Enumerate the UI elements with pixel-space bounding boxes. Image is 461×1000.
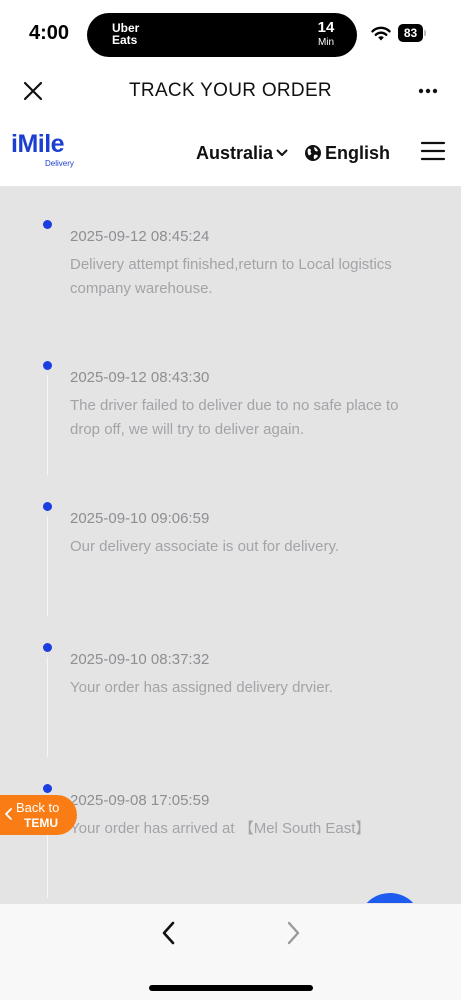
dynamic-island[interactable]: Uber Eats 14 Min bbox=[87, 13, 357, 57]
live-activity-app: Uber Eats bbox=[112, 21, 140, 47]
timeline-connector bbox=[47, 375, 48, 475]
event-time: 2025-09-10 08:37:32 bbox=[70, 651, 210, 668]
status-time: 4:00 bbox=[29, 22, 70, 44]
event-time: 2025-09-08 17:05:59 bbox=[70, 792, 210, 809]
chevron-down-icon bbox=[276, 149, 288, 156]
temu-label: TEMU bbox=[24, 816, 58, 830]
more-icon[interactable] bbox=[412, 76, 444, 106]
country-select[interactable]: Australia bbox=[196, 141, 288, 165]
wifi-icon bbox=[371, 26, 391, 41]
event-description: Your order has arrived at 【Mel South Eas… bbox=[70, 820, 371, 837]
back-to-label: Back to bbox=[16, 800, 60, 815]
battery-icon: 83 bbox=[398, 24, 426, 42]
country-label: Australia bbox=[196, 142, 274, 163]
globe-icon bbox=[305, 145, 321, 161]
timeline-dot bbox=[43, 784, 52, 793]
event-time: 2025-09-10 09:06:59 bbox=[70, 510, 210, 527]
back-to-temu-button[interactable]: Back to TEMU bbox=[0, 795, 77, 835]
live-activity-unit: Min bbox=[317, 37, 335, 48]
timeline-connector bbox=[47, 657, 48, 757]
nav-header: TRACK YOUR ORDER bbox=[0, 68, 461, 114]
forward-arrow-icon[interactable] bbox=[278, 918, 308, 948]
timeline-dot bbox=[43, 361, 52, 370]
hamburger-menu-icon[interactable] bbox=[420, 140, 446, 162]
live-activity-minutes: 14 bbox=[317, 19, 335, 36]
logo-subtitle: Delivery bbox=[45, 159, 74, 168]
event-description: Our delivery associate is out for delive… bbox=[70, 538, 339, 555]
event-time: 2025-09-12 08:45:24 bbox=[70, 228, 210, 245]
imile-logo[interactable]: iMile Delivery bbox=[11, 130, 81, 170]
back-arrow-icon[interactable] bbox=[154, 918, 184, 948]
event-time: 2025-09-12 08:43:30 bbox=[70, 369, 210, 386]
event-description: Delivery attempt finished,return to Loca… bbox=[70, 256, 392, 297]
site-header: iMile Delivery Australia English bbox=[0, 114, 461, 186]
event-description: Your order has assigned delivery drvier. bbox=[70, 679, 333, 696]
event-description: The driver failed to deliver due to no s… bbox=[70, 397, 399, 438]
browser-bottom-bar bbox=[0, 903, 461, 1000]
home-indicator[interactable] bbox=[149, 985, 313, 991]
tracking-timeline: 2025-09-12 08:45:24 Delivery attempt fin… bbox=[0, 186, 461, 904]
timeline-connector bbox=[47, 516, 48, 616]
timeline-dot bbox=[43, 502, 52, 511]
language-select[interactable]: English bbox=[304, 141, 390, 165]
logo-text: iMile bbox=[11, 130, 65, 158]
battery-level: 83 bbox=[398, 24, 423, 42]
language-label: English bbox=[325, 142, 391, 163]
chevron-left-icon bbox=[5, 808, 12, 820]
timeline-dot bbox=[43, 643, 52, 652]
page-title: TRACK YOUR ORDER bbox=[129, 80, 332, 101]
timeline-dot bbox=[43, 220, 52, 229]
status-bar: 4:00 Uber Eats 14 Min 83 bbox=[0, 0, 461, 68]
